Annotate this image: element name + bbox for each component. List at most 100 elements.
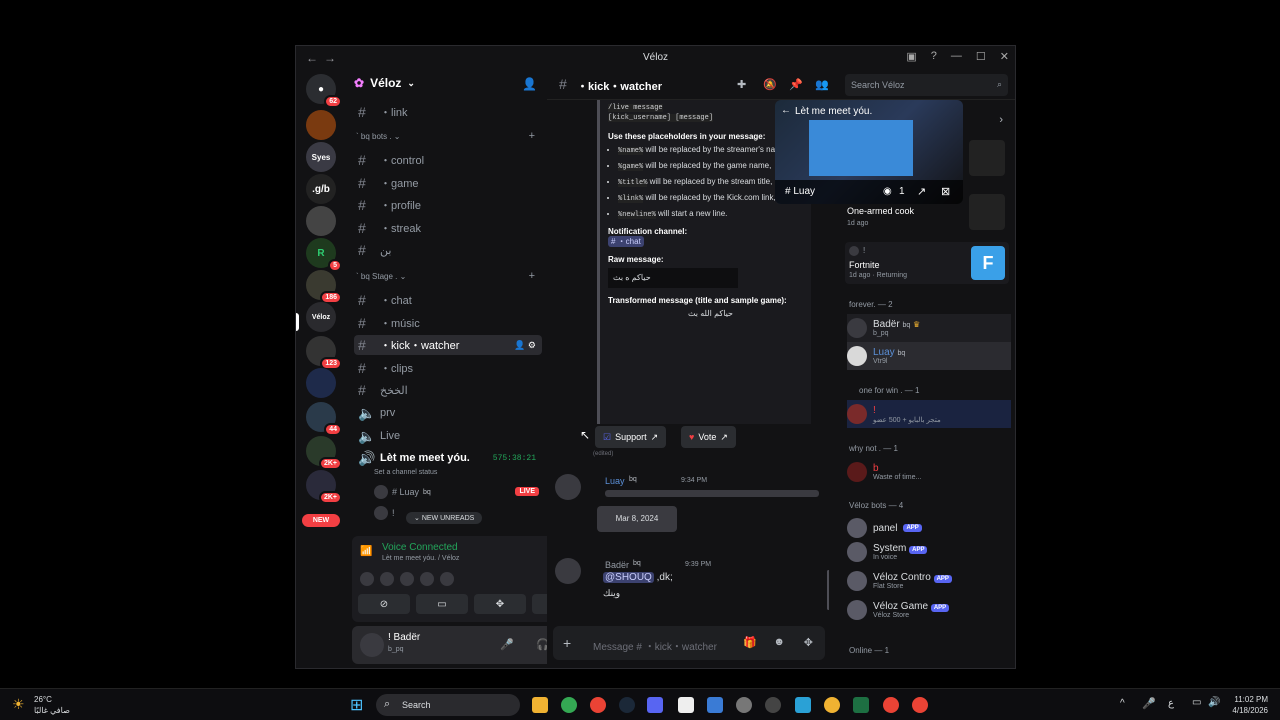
mute-icon[interactable]: 🔕 — [763, 78, 777, 91]
member-row-bot[interactable]: Véloz Contro APP Flat Store — [847, 567, 1011, 595]
category-bq-stage[interactable]: ` bq Stage . ⌄ — [356, 272, 406, 281]
steam-icon[interactable] — [619, 697, 635, 713]
server-icon-veloz[interactable]: Véloz — [306, 302, 336, 332]
server-icon[interactable]: Syes — [306, 142, 336, 172]
stream-pip[interactable]: ← Lèt me meet yóu. # Luay ◉ 1 ↗ ⊠ — [775, 100, 963, 204]
settings-icon[interactable]: 👤 ⚙ — [514, 340, 536, 351]
member-row[interactable]: b Waste of time... — [847, 458, 1011, 486]
chrome-icon[interactable] — [590, 697, 606, 713]
activities-button[interactable]: ✥ — [474, 594, 526, 614]
back-arrow-icon[interactable]: ← — [781, 105, 791, 116]
help-icon[interactable]: ? — [931, 50, 937, 63]
add-channel-icon[interactable]: + — [529, 270, 535, 282]
popout-icon[interactable]: ↗ — [917, 185, 926, 198]
message-author[interactable]: Badër — [605, 560, 629, 570]
discord-icon[interactable] — [647, 697, 663, 713]
file-explorer-icon[interactable] — [532, 697, 548, 713]
channel-chat[interactable]: # ・chat — [354, 290, 542, 310]
activity-card[interactable]: ! Fortnite 1d ago · Returning F — [845, 242, 1009, 284]
language-indicator[interactable]: ع — [1168, 698, 1174, 709]
channel-control[interactable]: # ・control — [354, 150, 542, 170]
support-button[interactable]: ☑ Support ↗ — [595, 426, 667, 448]
microphone-icon[interactable]: 🎤 — [500, 638, 514, 651]
members-icon[interactable]: 👥 — [815, 78, 829, 91]
microphone-icon[interactable]: 🎤 — [1142, 697, 1156, 710]
add-channel-icon[interactable]: + — [529, 130, 535, 142]
guild-header[interactable]: ✿ Véloz ⌄ — [354, 76, 415, 90]
channel-link[interactable]: # ・link — [354, 102, 542, 122]
network-icon[interactable]: ▭ — [1192, 697, 1201, 708]
member-row-bot[interactable]: Véloz Game APP Véloz Store — [847, 596, 1011, 624]
volume-icon[interactable]: 🔊 — [1208, 697, 1220, 708]
chevron-up-icon[interactable]: ^ — [1120, 698, 1125, 709]
server-icon[interactable]: 44 — [306, 402, 342, 436]
new-pill[interactable]: NEW — [302, 514, 340, 527]
attach-plus-icon[interactable]: + — [563, 635, 571, 651]
member-row[interactable]: ! متجر بالبايو + 500 عضو — [847, 400, 1011, 428]
server-icon[interactable]: 186 — [306, 270, 342, 304]
chevron-right-icon[interactable]: › — [999, 114, 1003, 126]
server-icon[interactable]: R5 — [306, 238, 342, 272]
voice-channel[interactable]: 🔊 Lèt me meet yóu. 575:38:21 — [354, 448, 542, 468]
app-icon[interactable] — [853, 697, 869, 713]
user-mention[interactable]: @SHOUQ — [603, 572, 654, 583]
telegram-icon[interactable] — [795, 697, 811, 713]
pin-icon[interactable]: 📌 — [789, 78, 803, 91]
server-icon[interactable]: 2K+ — [306, 436, 342, 470]
member-row[interactable]: Badër bq ♛ b_pq — [847, 314, 1011, 342]
voice-connected-sub[interactable]: Lèt me meet yóu. / Véloz — [382, 555, 459, 562]
channel-bn[interactable]: # بن — [354, 240, 542, 260]
channel-kick-watcher[interactable]: # ・kick・watcher 👤 ⚙ — [354, 335, 542, 355]
channel-profile[interactable]: # ・profile — [354, 195, 542, 215]
minimize-button[interactable]: — — [951, 50, 962, 63]
server-icon[interactable]: 123 — [306, 336, 342, 370]
server-icon[interactable]: 2K+ — [306, 470, 342, 504]
chrome-icon[interactable] — [912, 697, 928, 713]
channel-prv[interactable]: 🔈 prv — [354, 403, 542, 423]
emoji-icon[interactable]: ☻ — [773, 636, 785, 648]
threads-icon[interactable]: ✚ — [737, 78, 746, 91]
voice-user[interactable]: ! — [374, 506, 395, 520]
server-icon[interactable] — [306, 368, 336, 398]
category-bq-bots[interactable]: ` bq bots . ⌄ — [356, 132, 401, 141]
channel-music[interactable]: # ・músic — [354, 313, 542, 333]
channel-live[interactable]: 🔈 Live — [354, 426, 542, 446]
screen-share-button[interactable]: ▭ — [416, 594, 468, 614]
maximize-button[interactable]: ☐ — [976, 50, 986, 63]
avatar[interactable] — [360, 633, 384, 657]
start-button[interactable]: ⊞ — [350, 695, 363, 715]
message-author[interactable]: Luay — [605, 476, 625, 486]
server-icon[interactable] — [306, 110, 336, 140]
channel-khkhkh[interactable]: # الخخخ — [354, 380, 542, 400]
settings-icon[interactable] — [736, 697, 752, 713]
member-row-bot[interactable]: System APP In voice — [847, 538, 1011, 566]
taskbar-search[interactable]: ⌕ Search — [376, 694, 520, 716]
channel-mention[interactable]: # ・chat — [608, 236, 644, 247]
channel-status[interactable]: Set a channel status — [374, 469, 437, 476]
avatar[interactable] — [555, 558, 581, 584]
app-icon[interactable] — [765, 697, 781, 713]
voice-user[interactable]: # Luay bq — [374, 485, 431, 499]
gift-icon[interactable]: 🎁 — [743, 636, 757, 649]
vote-button[interactable]: ♥ Vote ↗ — [681, 426, 736, 448]
member-row[interactable]: Luay bq Vtr9l — [847, 342, 1011, 370]
apps-icon[interactable]: ✥ — [804, 636, 813, 649]
server-icon[interactable] — [306, 206, 336, 236]
close-button[interactable]: ✕ — [1000, 50, 1009, 63]
inbox-icon[interactable]: ▣ — [906, 50, 916, 63]
search-input[interactable]: Search Véloz ⌕ — [845, 74, 1008, 96]
store-icon[interactable] — [707, 697, 723, 713]
server-icon[interactable]: .g/b — [306, 174, 336, 204]
app-icon[interactable] — [824, 697, 840, 713]
channel-clips[interactable]: # ・clips — [354, 358, 542, 378]
message-attachment[interactable] — [605, 490, 819, 497]
notepad-icon[interactable] — [678, 697, 694, 713]
chrome-icon[interactable] — [883, 697, 899, 713]
channel-streak[interactable]: # ・streak — [354, 218, 542, 238]
home-button[interactable]: ● 62 — [306, 74, 342, 108]
weather-widget[interactable]: 26°C صافي غالبًا — [34, 694, 70, 716]
channel-game[interactable]: # ・game — [354, 173, 542, 193]
chrome-icon[interactable] — [561, 697, 577, 713]
add-member-icon[interactable]: 👤 — [522, 77, 537, 91]
clock[interactable]: 11:02 PM 4/18/2026 — [1232, 694, 1268, 716]
